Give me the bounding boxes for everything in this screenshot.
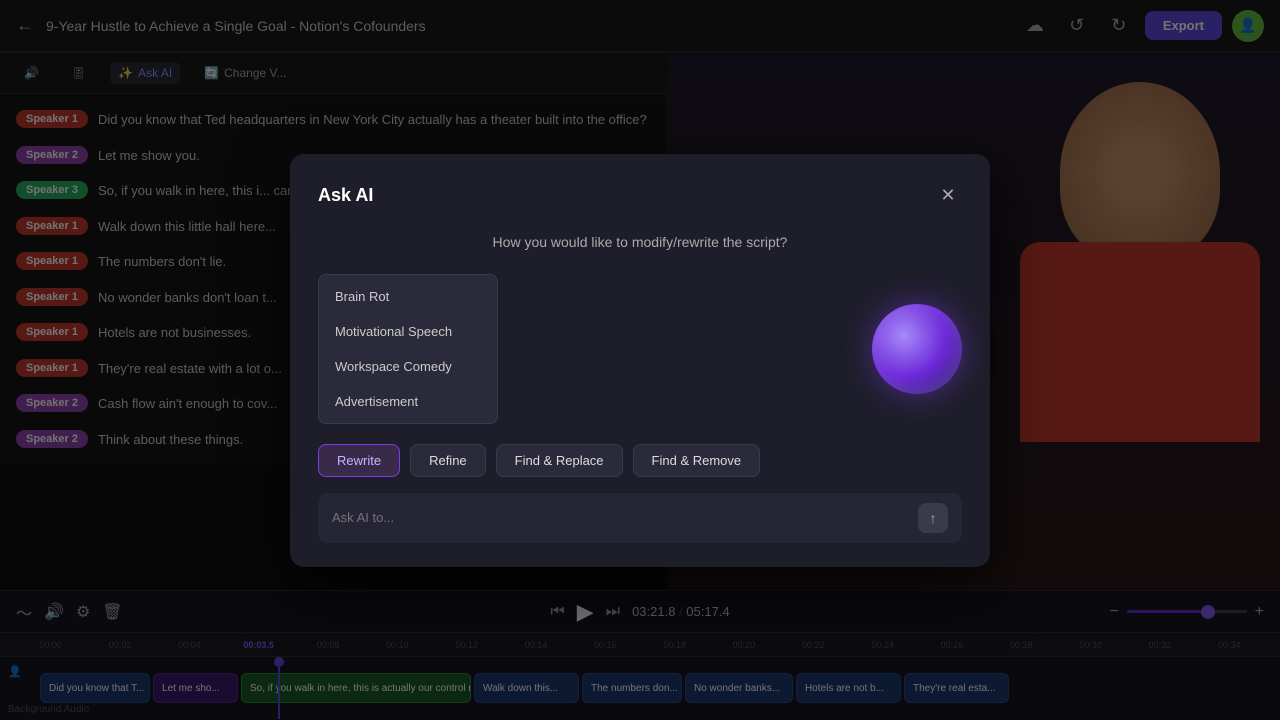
ask-input-row: ↑ — [318, 493, 962, 543]
ai-orb — [872, 304, 962, 394]
style-dropdown[interactable]: Brain Rot Motivational Speech Workspace … — [318, 274, 498, 424]
modal-close-button[interactable]: ✕ — [934, 182, 962, 210]
modal-body: Brain Rot Motivational Speech Workspace … — [318, 274, 962, 424]
style-item-motivational[interactable]: Motivational Speech — [319, 314, 497, 349]
style-item-brainrot[interactable]: Brain Rot — [319, 279, 497, 314]
style-item-comedy[interactable]: Workspace Comedy — [319, 349, 497, 384]
ask-ai-modal: Ask AI ✕ How you would like to modify/re… — [290, 154, 990, 567]
modal-prompt: How you would like to modify/rewrite the… — [318, 234, 962, 250]
modal-title: Ask AI — [318, 185, 373, 206]
action-buttons: Rewrite Refine Find & Replace Find & Rem… — [318, 444, 962, 477]
find-replace-button[interactable]: Find & Replace — [496, 444, 623, 477]
modal-overlay: Ask AI ✕ How you would like to modify/re… — [0, 0, 1280, 720]
refine-button[interactable]: Refine — [410, 444, 486, 477]
ask-ai-input[interactable] — [332, 510, 910, 525]
find-remove-button[interactable]: Find & Remove — [633, 444, 761, 477]
rewrite-button[interactable]: Rewrite — [318, 444, 400, 477]
ask-send-button[interactable]: ↑ — [918, 503, 948, 533]
style-item-advertisement[interactable]: Advertisement — [319, 384, 497, 419]
modal-header: Ask AI ✕ — [318, 182, 962, 210]
